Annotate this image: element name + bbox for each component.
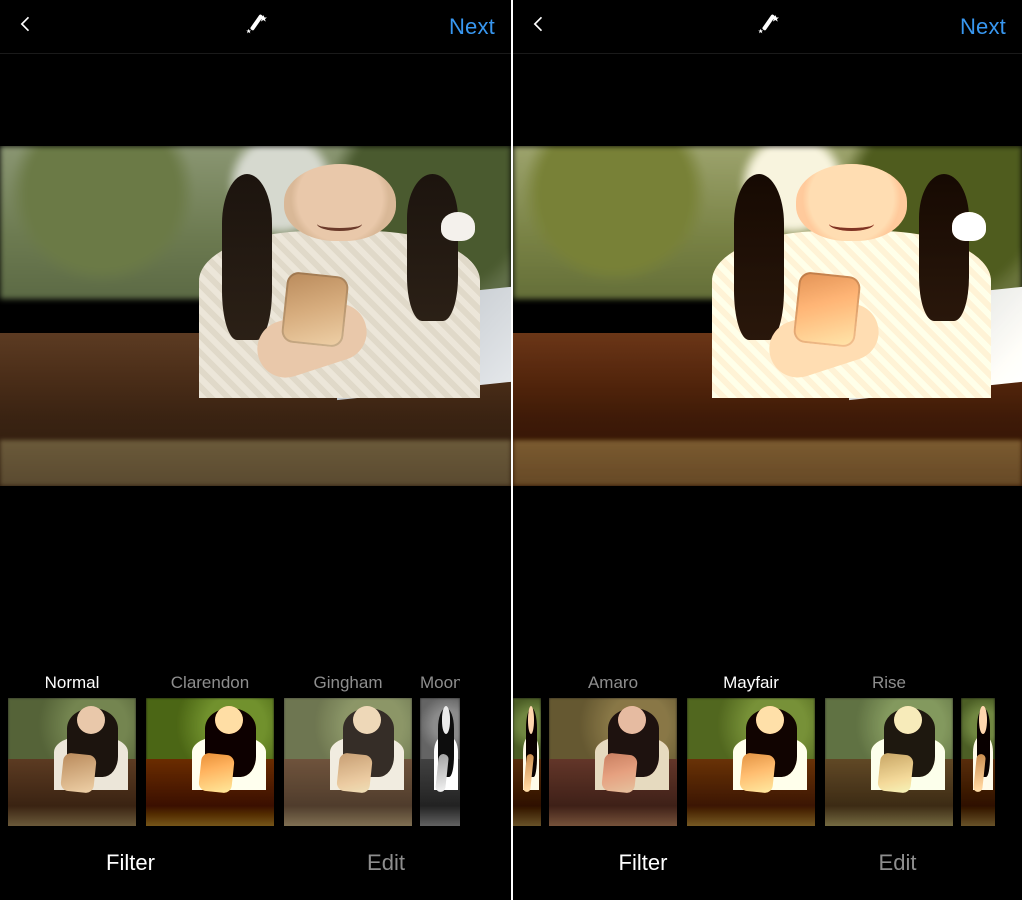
filter-label: Normal [45, 668, 100, 698]
filter-mayfair[interactable]: Mayfair [685, 668, 817, 826]
phone-screen-left: Next Normal Clarendon [0, 0, 511, 900]
filter-thumbnail [961, 698, 995, 826]
bottom-tabs: Filter Edit [0, 826, 511, 900]
photo-stage[interactable] [513, 54, 1022, 578]
filter-thumbnail [146, 698, 274, 826]
magic-wand-icon [243, 24, 269, 41]
filter-thumbnail [549, 698, 677, 826]
filter-strip[interactable]: Amaro Mayfair Rise [513, 666, 1022, 826]
filter-thumbnail [513, 698, 541, 826]
filter-partial-left[interactable] [513, 668, 541, 826]
bottom-tabs: Filter Edit [513, 826, 1022, 900]
filter-clarendon[interactable]: Clarendon [144, 668, 276, 826]
filter-label: Rise [872, 668, 906, 698]
filter-partial-right[interactable] [961, 668, 995, 826]
filter-thumbnail [687, 698, 815, 826]
photo-preview [0, 146, 511, 486]
filter-label: Moon [420, 668, 460, 698]
filters-area: Amaro Mayfair Rise Filter Edit [513, 578, 1022, 900]
next-button[interactable]: Next [449, 14, 495, 40]
auto-enhance-button[interactable] [243, 11, 269, 42]
filter-gingham[interactable]: Gingham [282, 668, 414, 826]
header: Next [0, 0, 511, 54]
filter-moon[interactable]: Moon [420, 668, 460, 826]
phone-screen-right: Next Amaro [511, 0, 1022, 900]
back-button[interactable] [16, 14, 96, 39]
header: Next [513, 0, 1022, 54]
filter-thumbnail [8, 698, 136, 826]
filter-thumbnail [420, 698, 460, 826]
filter-label: Mayfair [723, 668, 779, 698]
back-button[interactable] [529, 14, 609, 39]
tab-filter[interactable]: Filter [106, 850, 155, 876]
filter-label: Clarendon [171, 668, 249, 698]
filter-label: Gingham [314, 668, 383, 698]
magic-wand-icon [755, 24, 781, 41]
filters-area: Normal Clarendon Gingham Moon Filter [0, 578, 511, 900]
tab-edit[interactable]: Edit [367, 850, 405, 876]
filter-rise[interactable]: Rise [823, 668, 955, 826]
filter-thumbnail [284, 698, 412, 826]
filter-normal[interactable]: Normal [6, 668, 138, 826]
photo-preview [513, 146, 1022, 486]
comparison-wrap: Next Normal Clarendon [0, 0, 1022, 900]
filter-label: Amaro [588, 668, 638, 698]
next-button[interactable]: Next [960, 14, 1006, 40]
tab-edit[interactable]: Edit [879, 850, 917, 876]
filter-thumbnail [825, 698, 953, 826]
filter-amaro[interactable]: Amaro [547, 668, 679, 826]
tab-filter[interactable]: Filter [619, 850, 668, 876]
photo-stage[interactable] [0, 54, 511, 578]
chevron-left-icon [529, 14, 549, 39]
auto-enhance-button[interactable] [755, 11, 781, 42]
filter-strip[interactable]: Normal Clarendon Gingham Moon [0, 666, 511, 826]
chevron-left-icon [16, 14, 36, 39]
